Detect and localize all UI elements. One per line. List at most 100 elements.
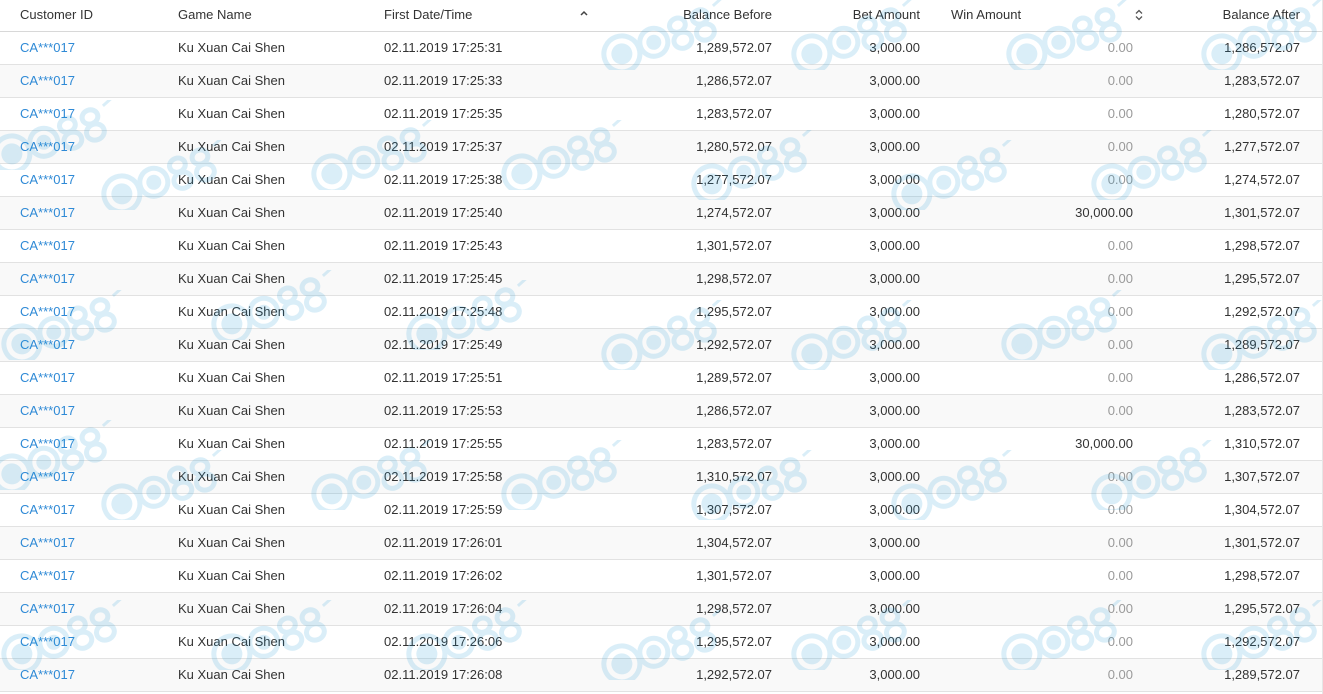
balance-before-cell: 1,277,572.07 [696,172,772,187]
datetime-cell: 02.11.2019 17:25:55 [384,436,503,451]
column-header-bet-amount[interactable]: Bet Amount [853,0,920,30]
game-name-cell: Ku Xuan Cai Shen [178,205,285,220]
datetime-cell: 02.11.2019 17:25:31 [384,40,503,55]
datetime-cell: 02.11.2019 17:25:33 [384,73,503,88]
balance-after-cell: 1,304,572.07 [1224,502,1300,517]
column-header-game-name[interactable]: Game Name [178,0,252,30]
bet-amount-cell: 3,000.00 [869,139,920,154]
customer-id-link[interactable]: CA***017 [20,395,75,427]
customer-id-link[interactable]: CA***017 [20,263,75,295]
column-header-customer-id[interactable]: Customer ID [20,0,93,30]
table-row: CA***017 Ku Xuan Cai Shen 02.11.2019 17:… [0,98,1322,131]
win-amount-cell: 0.00 [1107,238,1133,253]
win-amount-cell: 0.00 [1107,667,1133,682]
table-row: CA***017 Ku Xuan Cai Shen 02.11.2019 17:… [0,263,1322,296]
game-name-cell: Ku Xuan Cai Shen [178,40,285,55]
balance-before-cell: 1,283,572.07 [696,106,772,121]
table-row: CA***017 Ku Xuan Cai Shen 02.11.2019 17:… [0,230,1322,263]
customer-id-link[interactable]: CA***017 [20,428,75,460]
game-name-cell: Ku Xuan Cai Shen [178,502,285,517]
customer-id-link[interactable]: CA***017 [20,164,75,196]
customer-id-link[interactable]: CA***017 [20,659,75,691]
win-amount-cell: 0.00 [1107,568,1133,583]
chevron-up-icon[interactable] [579,0,591,30]
balance-after-cell: 1,286,572.07 [1224,370,1300,385]
game-name-cell: Ku Xuan Cai Shen [178,667,285,682]
bet-amount-cell: 3,000.00 [869,271,920,286]
customer-id-link[interactable]: CA***017 [20,131,75,163]
game-name-cell: Ku Xuan Cai Shen [178,469,285,484]
customer-id-link[interactable]: CA***017 [20,626,75,658]
balance-after-cell: 1,277,572.07 [1224,139,1300,154]
bet-amount-cell: 3,000.00 [869,469,920,484]
balance-before-cell: 1,304,572.07 [696,535,772,550]
balance-after-cell: 1,301,572.07 [1224,205,1300,220]
bet-amount-cell: 3,000.00 [869,667,920,682]
balance-after-cell: 1,295,572.07 [1224,601,1300,616]
balance-before-cell: 1,280,572.07 [696,139,772,154]
bet-amount-cell: 3,000.00 [869,370,920,385]
game-name-cell: Ku Xuan Cai Shen [178,106,285,121]
balance-after-cell: 1,274,572.07 [1224,172,1300,187]
datetime-cell: 02.11.2019 17:26:06 [384,634,503,649]
win-amount-cell: 0.00 [1107,601,1133,616]
datetime-cell: 02.11.2019 17:26:08 [384,667,503,682]
win-amount-cell: 0.00 [1107,304,1133,319]
win-amount-cell: 30,000.00 [1075,436,1133,451]
table-row: CA***017 Ku Xuan Cai Shen 02.11.2019 17:… [0,197,1322,230]
column-header-first-datetime[interactable]: First Date/Time [384,0,472,30]
customer-id-link[interactable]: CA***017 [20,362,75,394]
datetime-cell: 02.11.2019 17:25:51 [384,370,503,385]
table-row: CA***017 Ku Xuan Cai Shen 02.11.2019 17:… [0,395,1322,428]
customer-id-link[interactable]: CA***017 [20,197,75,229]
column-header-win-amount[interactable]: Win Amount [951,0,1021,30]
balance-before-cell: 1,292,572.07 [696,667,772,682]
customer-id-link[interactable]: CA***017 [20,230,75,262]
game-name-cell: Ku Xuan Cai Shen [178,634,285,649]
bet-amount-cell: 3,000.00 [869,238,920,253]
customer-id-link[interactable]: CA***017 [20,527,75,559]
datetime-cell: 02.11.2019 17:26:04 [384,601,503,616]
bet-amount-cell: 3,000.00 [869,337,920,352]
balance-after-cell: 1,307,572.07 [1224,469,1300,484]
bet-amount-cell: 3,000.00 [869,436,920,451]
balance-after-cell: 1,295,572.07 [1224,271,1300,286]
customer-id-link[interactable]: CA***017 [20,98,75,130]
customer-id-link[interactable]: CA***017 [20,32,75,64]
balance-before-cell: 1,289,572.07 [696,370,772,385]
column-header-balance-after[interactable]: Balance After [1223,0,1300,30]
balance-before-cell: 1,298,572.07 [696,601,772,616]
customer-id-link[interactable]: CA***017 [20,560,75,592]
customer-id-link[interactable]: CA***017 [20,65,75,97]
customer-id-link[interactable]: CA***017 [20,494,75,526]
balance-after-cell: 1,283,572.07 [1224,403,1300,418]
balance-before-cell: 1,301,572.07 [696,238,772,253]
customer-id-link[interactable]: CA***017 [20,461,75,493]
bet-amount-cell: 3,000.00 [869,205,920,220]
bet-amount-cell: 3,000.00 [869,568,920,583]
win-amount-cell: 0.00 [1107,634,1133,649]
bet-amount-cell: 3,000.00 [869,40,920,55]
balance-before-cell: 1,295,572.07 [696,634,772,649]
game-name-cell: Ku Xuan Cai Shen [178,337,285,352]
win-amount-cell: 0.00 [1107,502,1133,517]
bet-amount-cell: 3,000.00 [869,634,920,649]
bet-history-table: Customer ID Game Name First Date/Time Ba… [0,0,1323,694]
table-row: CA***017 Ku Xuan Cai Shen 02.11.2019 17:… [0,428,1322,461]
bet-amount-cell: 3,000.00 [869,502,920,517]
sort-icon[interactable] [1134,0,1146,30]
customer-id-link[interactable]: CA***017 [20,296,75,328]
datetime-cell: 02.11.2019 17:25:40 [384,205,503,220]
balance-after-cell: 1,292,572.07 [1224,634,1300,649]
win-amount-cell: 0.00 [1107,40,1133,55]
customer-id-link[interactable]: CA***017 [20,329,75,361]
table-row: CA***017 Ku Xuan Cai Shen 02.11.2019 17:… [0,659,1322,692]
balance-before-cell: 1,307,572.07 [696,502,772,517]
column-header-balance-before[interactable]: Balance Before [683,0,772,30]
game-name-cell: Ku Xuan Cai Shen [178,568,285,583]
game-name-cell: Ku Xuan Cai Shen [178,304,285,319]
customer-id-link[interactable]: CA***017 [20,593,75,625]
bet-amount-cell: 3,000.00 [869,106,920,121]
balance-before-cell: 1,283,572.07 [696,436,772,451]
game-name-cell: Ku Xuan Cai Shen [178,601,285,616]
